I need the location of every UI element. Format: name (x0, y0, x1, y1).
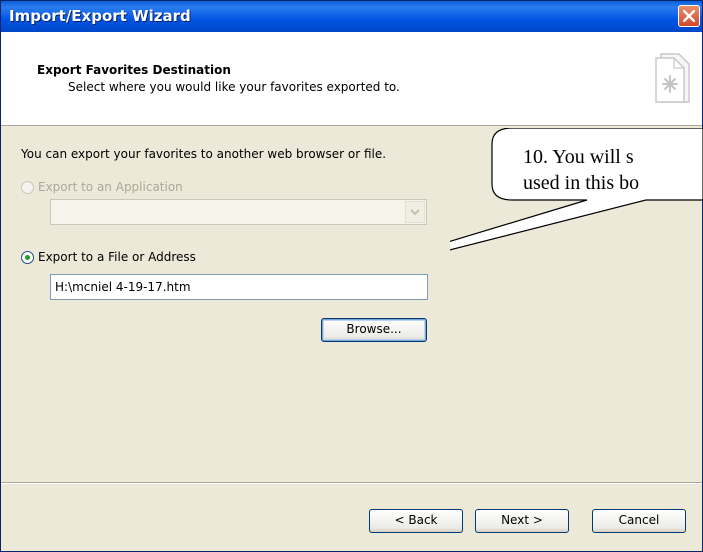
file-path-input[interactable]: H:\mcniel 4-19-17.htm (50, 274, 428, 300)
next-button[interactable]: Next > (475, 509, 569, 533)
footer-divider (1, 482, 702, 484)
radio-export-file[interactable] (21, 250, 34, 264)
cancel-button[interactable]: Cancel (592, 509, 686, 533)
header-subtitle: Select where you would like your favorit… (68, 80, 400, 94)
browse-button[interactable]: Browse... (321, 318, 427, 342)
export-to-application-option[interactable]: Export to an Application (21, 180, 183, 194)
window-title: Import/Export Wizard (9, 7, 191, 25)
back-button[interactable]: < Back (369, 509, 463, 533)
title-bar[interactable]: Import/Export Wizard (1, 1, 702, 32)
callout-text: 10. You will s used in this bo (523, 144, 639, 196)
dropdown-button[interactable] (405, 201, 425, 223)
export-file-label: Export to a File or Address (38, 250, 196, 264)
export-application-label: Export to an Application (38, 180, 183, 194)
callout-line-2: used in this bo (523, 172, 640, 194)
export-to-file-option[interactable]: Export to a File or Address (21, 250, 196, 264)
close-icon (683, 10, 695, 22)
close-button[interactable] (678, 5, 700, 27)
application-select[interactable] (50, 199, 427, 225)
callout-line-1: 10. You will s (523, 146, 634, 168)
header-title: Export Favorites Destination (37, 63, 231, 77)
favorites-file-icon (655, 53, 690, 103)
wizard-header: Export Favorites Destination Select wher… (1, 32, 702, 126)
radio-export-application[interactable] (21, 180, 34, 194)
intro-text: You can export your favorites to another… (21, 147, 387, 161)
chevron-down-icon (410, 209, 420, 216)
